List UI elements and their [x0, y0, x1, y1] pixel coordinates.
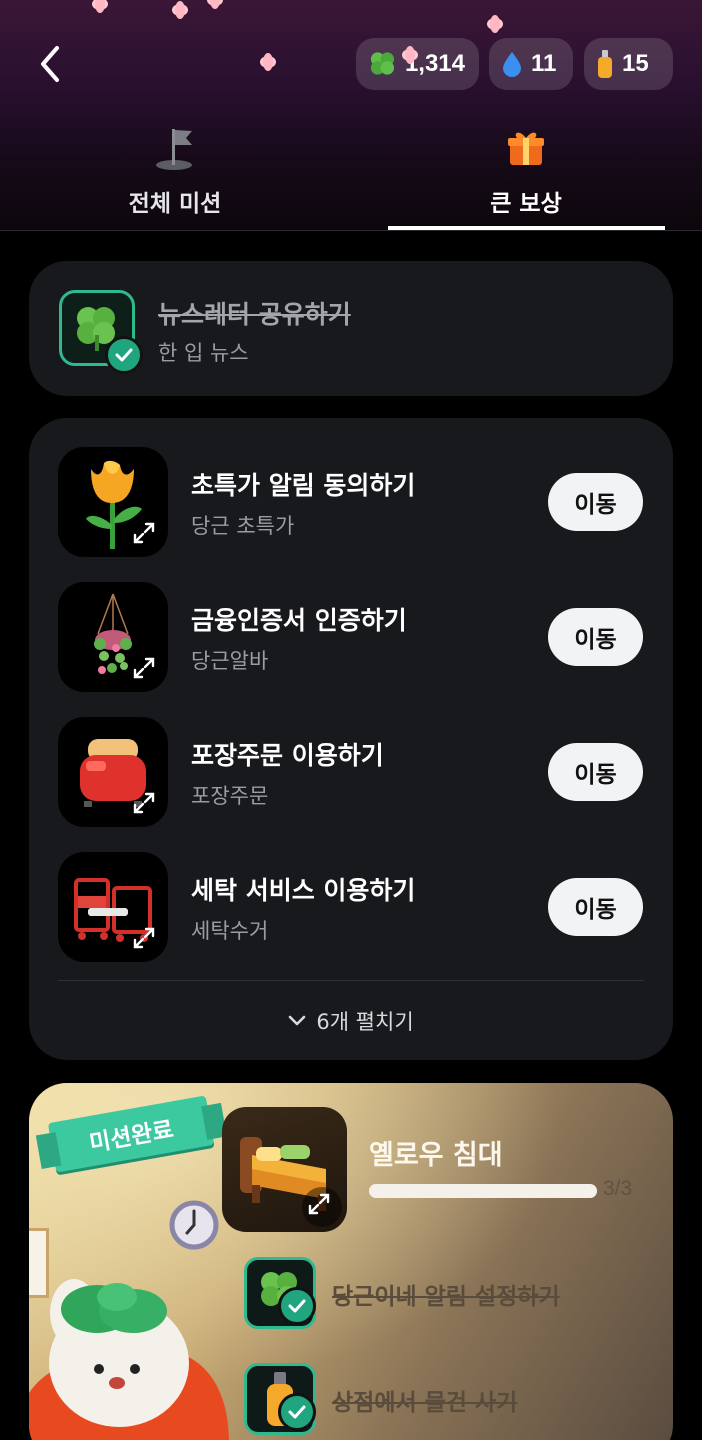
tab-big-reward[interactable]: 큰 보상: [386, 110, 666, 230]
check-icon: [278, 1393, 316, 1431]
sub-mission-label: 당근이네 알림 설정하기: [332, 1284, 560, 1310]
expand-list-button[interactable]: 6개 펼치기: [58, 980, 644, 1060]
back-button[interactable]: [28, 40, 72, 88]
water-count: 11: [531, 50, 557, 77]
water-count-chip[interactable]: 11: [489, 38, 573, 90]
mission-subtitle: 세탁수거: [191, 919, 269, 943]
go-button[interactable]: 이동: [548, 878, 643, 936]
mission-title: 포장주문 이용하기: [191, 741, 384, 770]
go-button[interactable]: 이동: [548, 743, 643, 801]
mission-subtitle: 당근 초특가: [191, 514, 295, 538]
picture-frame-decoration: [29, 1228, 49, 1298]
expand-icon: [308, 1193, 330, 1215]
check-icon: [105, 336, 143, 374]
mission-title: 세탁 서비스 이용하기: [191, 876, 416, 905]
mascot-illustration: [29, 1279, 229, 1440]
petal-decoration: [258, 52, 278, 72]
bottle-count: 15: [622, 50, 649, 77]
completed-mission-card[interactable]: 뉴스레터 공유하기 한 입 뉴스: [29, 261, 673, 396]
tulip-icon: [58, 447, 168, 557]
tab-label: 큰 보상: [490, 191, 562, 217]
expand-icon: [133, 657, 155, 679]
reward-progress-fill: [369, 1184, 597, 1198]
chevron-down-icon: [289, 1015, 306, 1025]
mission-subtitle: 당근알바: [191, 649, 269, 673]
toaster-icon: [58, 717, 168, 827]
reward-progress-bar: [369, 1184, 597, 1198]
laundry-cart-icon: [58, 852, 168, 962]
go-button[interactable]: 이동: [548, 473, 643, 531]
reward-sub-mission[interactable]: 당근이네 알림 설정하기: [244, 1257, 644, 1329]
petal-decoration: [485, 14, 505, 34]
clover-icon: [370, 52, 395, 75]
mission-title: 뉴스레터 공유하기: [158, 300, 351, 329]
bed-icon: [222, 1107, 347, 1232]
petal-decoration: [90, 0, 110, 14]
expand-label: 6개 펼치기: [316, 1009, 414, 1034]
mission-list-card: 초특가 알림 동의하기 당근 초특가 이동 금융인증서 인증하기 당근알바 이동: [29, 418, 673, 1060]
mission-subtitle: 포장주문: [191, 784, 269, 808]
mission-title: 초특가 알림 동의하기: [191, 471, 416, 500]
tab-all-missions[interactable]: 전체 미션: [35, 110, 315, 230]
tab-label: 전체 미션: [128, 191, 222, 217]
mission-title: 금융인증서 인증하기: [191, 606, 407, 635]
bottle-icon: [598, 50, 612, 78]
reward-progress-text: 3/3: [603, 1177, 633, 1200]
divider: [0, 230, 702, 231]
go-button[interactable]: 이동: [548, 608, 643, 666]
gift-icon: [508, 132, 544, 165]
reward-sub-mission[interactable]: 상점에서 물건 사기: [244, 1363, 644, 1435]
bottle-count-chip[interactable]: 15: [584, 38, 673, 90]
petal-decoration: [170, 0, 190, 20]
mission-subtitle: 한 입 뉴스: [158, 341, 249, 365]
reward-title: 옐로우 침대: [369, 1140, 503, 1171]
flag-icon: [156, 129, 192, 170]
expand-icon: [133, 927, 155, 949]
petal-decoration: [205, 0, 225, 10]
expand-icon: [133, 522, 155, 544]
sub-mission-label: 상점에서 물건 사기: [332, 1390, 518, 1416]
hanging-plant-icon: [58, 582, 168, 692]
water-drop-icon: [503, 52, 521, 77]
petal-decoration: [400, 45, 420, 65]
back-arrow-icon: [41, 46, 59, 82]
header: 1,314 11 15 전체 미션 큰 보상: [0, 0, 702, 230]
expand-icon: [133, 792, 155, 814]
reward-card[interactable]: 미션완료 옐로우 침대 3/3 당근이네 알림 설정하기 상점에서 물건 사기: [29, 1083, 673, 1440]
check-icon: [278, 1287, 316, 1325]
